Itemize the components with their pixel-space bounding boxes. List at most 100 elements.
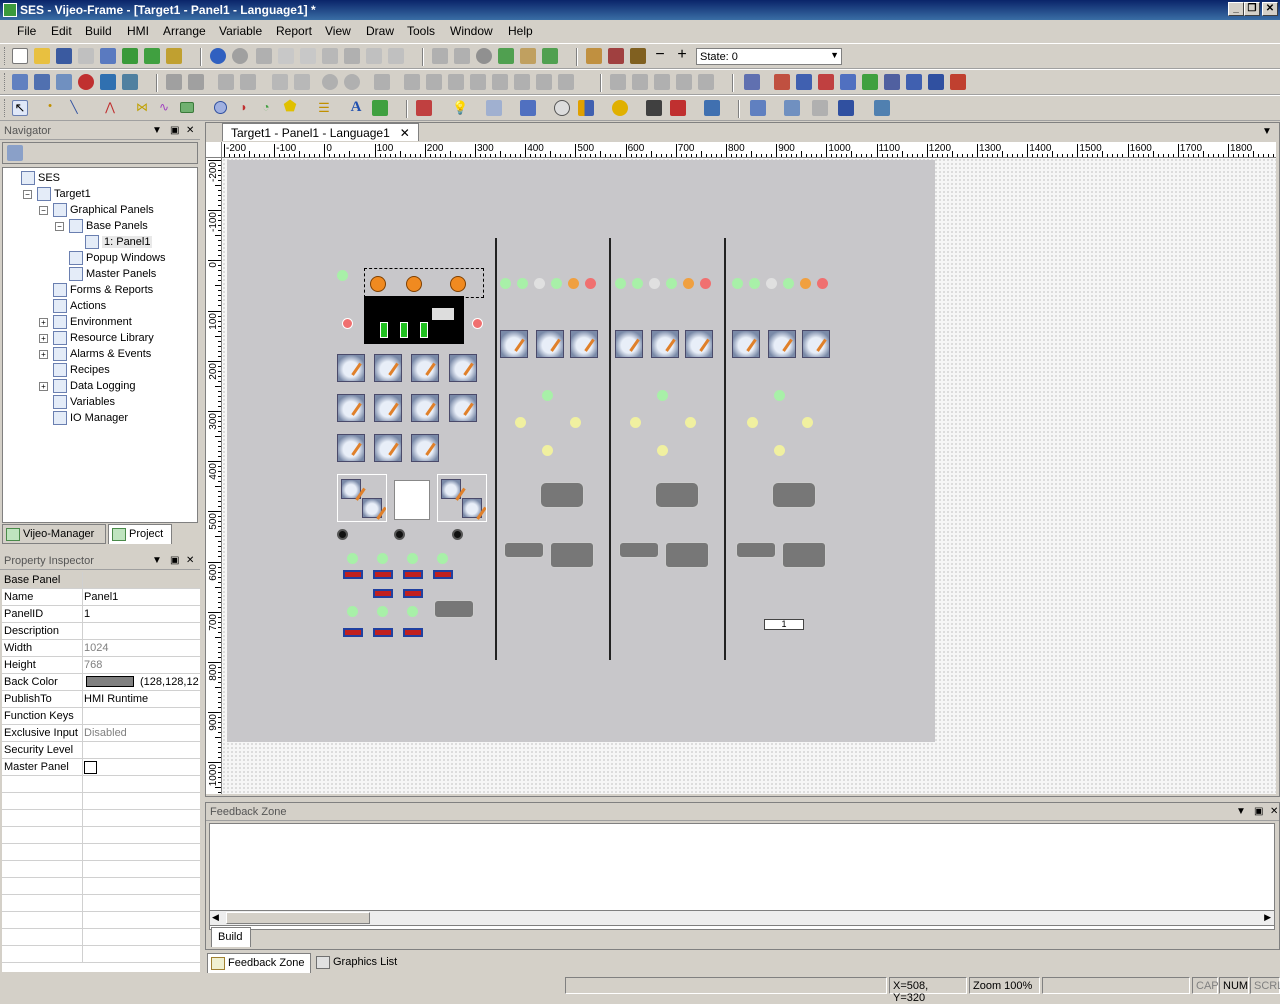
close-button[interactable]: ✕ — [1262, 2, 1278, 16]
scroll-left-icon[interactable]: ◀ — [212, 912, 219, 923]
tree-item-graphical-panels[interactable]: − Graphical Panels — [39, 202, 154, 218]
gauge[interactable] — [449, 354, 477, 382]
simulate-icon[interactable] — [166, 48, 182, 64]
group-icon[interactable] — [218, 74, 234, 90]
status-bar[interactable] — [373, 589, 393, 598]
property-row-name[interactable]: Name Panel1 — [2, 589, 200, 606]
menu-window[interactable]: Window — [450, 24, 493, 38]
keypad-icon[interactable] — [812, 100, 828, 116]
property-row-master-panel[interactable]: Master Panel — [2, 759, 200, 776]
bargraph-icon[interactable] — [578, 100, 594, 116]
indicator-lamp[interactable] — [666, 278, 677, 289]
switch-icon[interactable] — [416, 100, 432, 116]
tab-list-icon[interactable]: ▼ — [1262, 126, 1272, 137]
numeric-display-icon[interactable] — [486, 100, 502, 116]
green-lamp[interactable] — [377, 606, 388, 617]
menu-help[interactable]: Help — [508, 24, 533, 38]
ungroup-icon[interactable] — [240, 74, 256, 90]
indicator-lamp[interactable] — [517, 278, 528, 289]
distribute-icon[interactable] — [536, 74, 552, 90]
front-icon[interactable] — [166, 74, 182, 90]
flip-icon[interactable] — [272, 74, 288, 90]
order-icon[interactable] — [698, 74, 714, 90]
home-icon[interactable] — [520, 48, 536, 64]
rectangle-icon[interactable] — [180, 102, 194, 113]
property-row-back-color[interactable]: Back Color (128,128,12 — [2, 674, 200, 691]
menu-tools[interactable]: Tools — [407, 24, 435, 38]
indicator-lamp[interactable] — [568, 278, 579, 289]
gauge[interactable] — [411, 434, 439, 462]
table-icon[interactable] — [950, 74, 966, 90]
orange-lamp[interactable] — [370, 276, 386, 292]
selector-knob[interactable] — [452, 529, 463, 540]
property-row-publishto[interactable]: PublishTo HMI Runtime — [2, 691, 200, 708]
dropdown-icon[interactable]: ▼ — [1236, 806, 1246, 817]
tree-item-master-panels[interactable]: Master Panels — [55, 266, 156, 282]
property-value[interactable]: 1024 — [84, 642, 108, 654]
tab-build[interactable]: Build — [211, 927, 251, 947]
property-row-height[interactable]: Height 768 — [2, 657, 200, 674]
green-lamp[interactable] — [407, 606, 418, 617]
alarm-icon[interactable] — [818, 74, 834, 90]
indicator-lamp[interactable] — [585, 278, 596, 289]
build-icon[interactable] — [122, 48, 138, 64]
tree-item-target1[interactable]: − Target1 — [23, 186, 91, 202]
indicator-lamp[interactable] — [534, 278, 545, 289]
pointer-icon[interactable]: ↖ — [12, 100, 28, 116]
scroll-right-icon[interactable]: ▶ — [1264, 912, 1271, 923]
base-panel[interactable] — [227, 160, 935, 742]
color-swatch[interactable] — [86, 676, 134, 687]
selector-knob[interactable] — [394, 529, 405, 540]
layout-icon[interactable] — [122, 74, 138, 90]
indicator-lamp[interactable] — [500, 278, 511, 289]
line-icon[interactable]: ╲ — [66, 100, 82, 116]
collapse-icon[interactable]: − — [23, 189, 32, 199]
tab-project[interactable]: Project — [108, 524, 172, 544]
camera-icon[interactable] — [646, 100, 662, 116]
display-icon[interactable] — [100, 74, 116, 90]
properties-icon[interactable] — [7, 145, 23, 161]
center-v-icon[interactable] — [676, 74, 692, 90]
close-icon[interactable]: ✕ — [1270, 806, 1278, 817]
recipe-icon[interactable] — [884, 74, 900, 90]
align-bottom-icon[interactable] — [514, 74, 530, 90]
variable-icon[interactable] — [774, 74, 790, 90]
property-row-security-level[interactable]: Security Level — [2, 742, 200, 759]
gauge[interactable] — [768, 330, 796, 358]
dropdown-icon[interactable]: ▼ — [152, 125, 162, 136]
grid-icon[interactable] — [12, 74, 28, 90]
indicator-lamp[interactable] — [615, 278, 626, 289]
green-lamp[interactable] — [377, 553, 388, 564]
yellow-lamp[interactable] — [542, 445, 553, 456]
divider-line[interactable] — [724, 238, 726, 660]
download-icon[interactable] — [144, 48, 160, 64]
menu-edit[interactable]: Edit — [51, 24, 72, 38]
copy-icon[interactable] — [278, 48, 294, 64]
gauge[interactable] — [374, 434, 402, 462]
new-icon[interactable] — [12, 48, 28, 64]
status-bar[interactable] — [373, 628, 393, 637]
same-size-icon[interactable] — [558, 74, 574, 90]
gauge[interactable] — [536, 330, 564, 358]
breaker[interactable] — [380, 322, 388, 338]
numeric-display[interactable]: 1 — [764, 619, 804, 630]
ellipse-icon[interactable] — [214, 101, 227, 114]
report-icon[interactable] — [906, 74, 922, 90]
image-icon[interactable] — [372, 100, 388, 116]
align-left-icon[interactable] — [404, 74, 420, 90]
green-lamp[interactable] — [542, 390, 553, 401]
redo-icon[interactable] — [232, 48, 248, 64]
yellow-lamp[interactable] — [774, 445, 785, 456]
status-bar[interactable] — [433, 570, 453, 579]
divider-line[interactable] — [495, 238, 497, 660]
replace-icon[interactable] — [388, 48, 404, 64]
pin-icon[interactable]: ▣ — [170, 125, 179, 136]
toggle-icon[interactable] — [608, 48, 624, 64]
button-shape[interactable] — [619, 542, 659, 558]
indicator-lamp[interactable] — [749, 278, 760, 289]
indicator-lamp[interactable] — [800, 278, 811, 289]
table-grid-icon[interactable] — [874, 100, 890, 116]
property-value[interactable]: Disabled — [84, 727, 127, 739]
script-icon[interactable] — [796, 74, 812, 90]
tab-vijeo-manager[interactable]: Vijeo-Manager — [2, 524, 106, 544]
